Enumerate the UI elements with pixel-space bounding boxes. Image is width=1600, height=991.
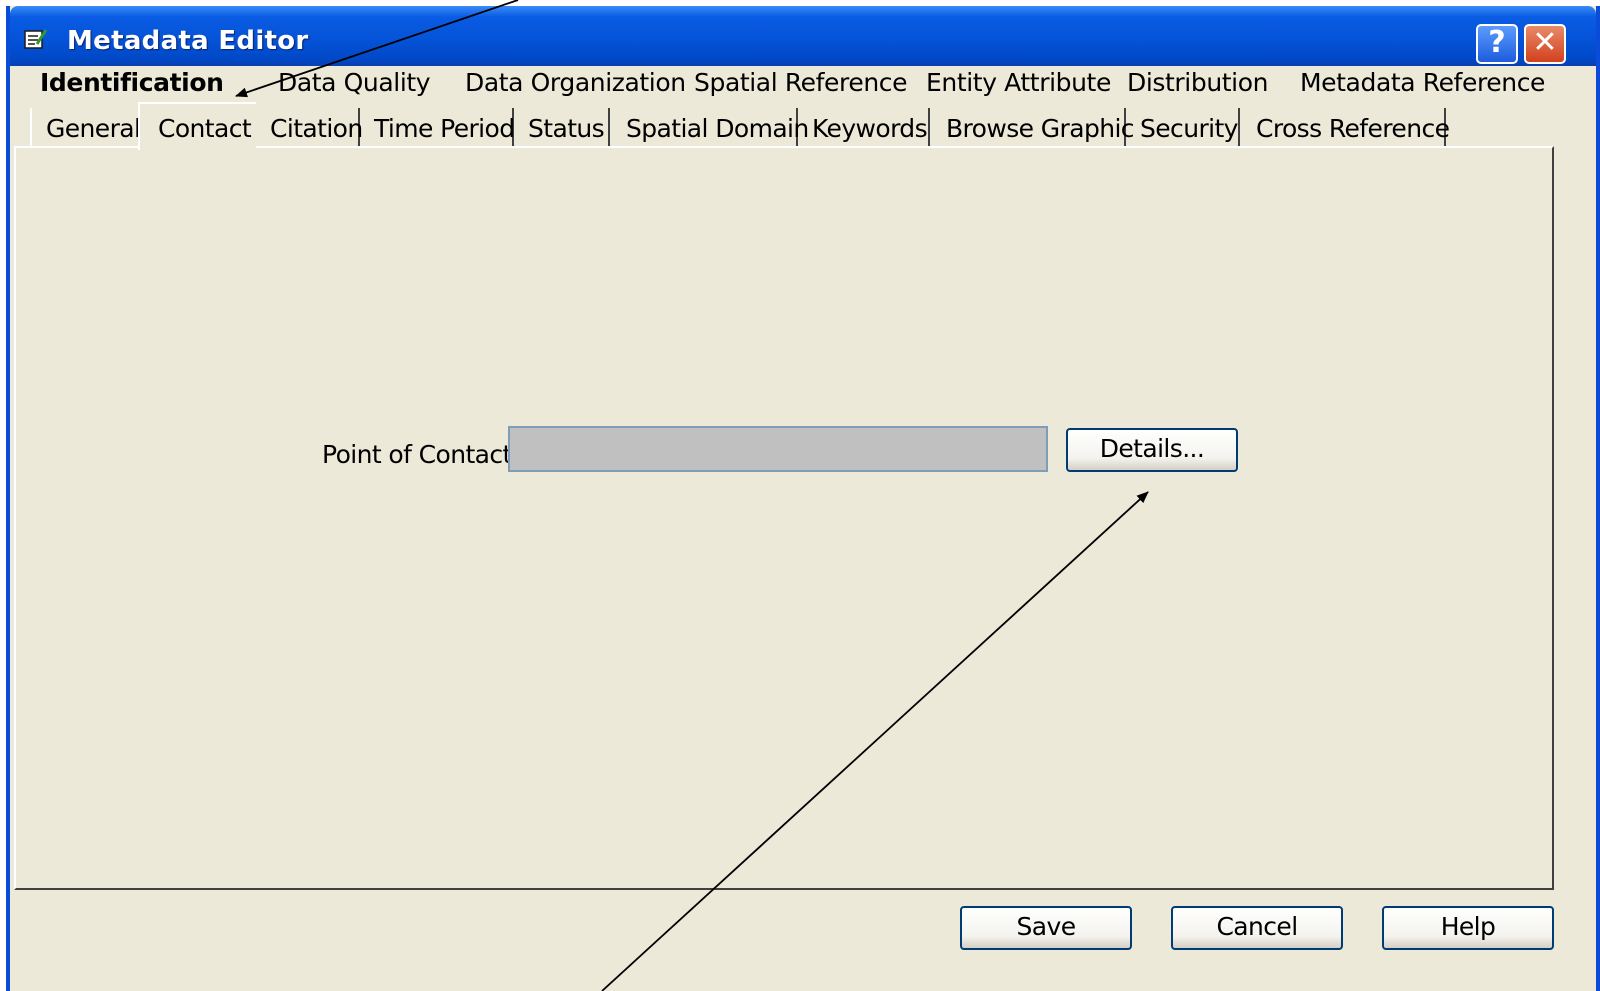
save-button[interactable]: Save	[960, 906, 1132, 950]
cancel-button[interactable]: Cancel	[1171, 906, 1343, 950]
tab-time-period[interactable]: Time Period	[360, 108, 515, 148]
main-tab-identification[interactable]: Identification	[40, 68, 224, 97]
tab-general[interactable]: General	[30, 108, 141, 148]
details-button[interactable]: Details...	[1066, 428, 1238, 472]
tab-contact[interactable]: Contact	[138, 102, 256, 150]
window-title: Metadata Editor	[67, 26, 309, 56]
tab-cross-reference[interactable]: Cross Reference	[1240, 108, 1450, 148]
point-of-contact-field[interactable]	[508, 426, 1048, 472]
main-tab-metadata-reference[interactable]: Metadata Reference	[1300, 68, 1545, 97]
main-tab-spatial-reference[interactable]: Spatial Reference	[694, 68, 908, 97]
tab-browse-graphic[interactable]: Browse Graphic	[930, 108, 1135, 148]
main-tab-entity-attribute[interactable]: Entity Attribute	[926, 68, 1111, 97]
metadata-editor-icon	[24, 29, 48, 49]
main-tab-data-quality[interactable]: Data Quality	[278, 68, 431, 97]
tab-citation[interactable]: Citation	[256, 108, 363, 148]
tab-keywords[interactable]: Keywords	[798, 108, 930, 148]
close-icon[interactable]: ✕	[1524, 24, 1566, 64]
tab-status[interactable]: Status	[514, 108, 610, 148]
tab-spatial-domain[interactable]: Spatial Domain	[610, 108, 809, 148]
tab-content-panel	[14, 146, 1554, 890]
question-mark-icon[interactable]: ?	[1476, 24, 1518, 64]
tab-security[interactable]: Security	[1126, 108, 1240, 148]
point-of-contact-label: Point of Contact:	[322, 440, 520, 469]
main-tab-distribution[interactable]: Distribution	[1127, 68, 1268, 97]
help-button[interactable]: Help	[1382, 906, 1554, 950]
main-tab-data-organization[interactable]: Data Organization	[465, 68, 686, 97]
title-bar[interactable]: Metadata Editor ? ✕	[10, 6, 1596, 66]
